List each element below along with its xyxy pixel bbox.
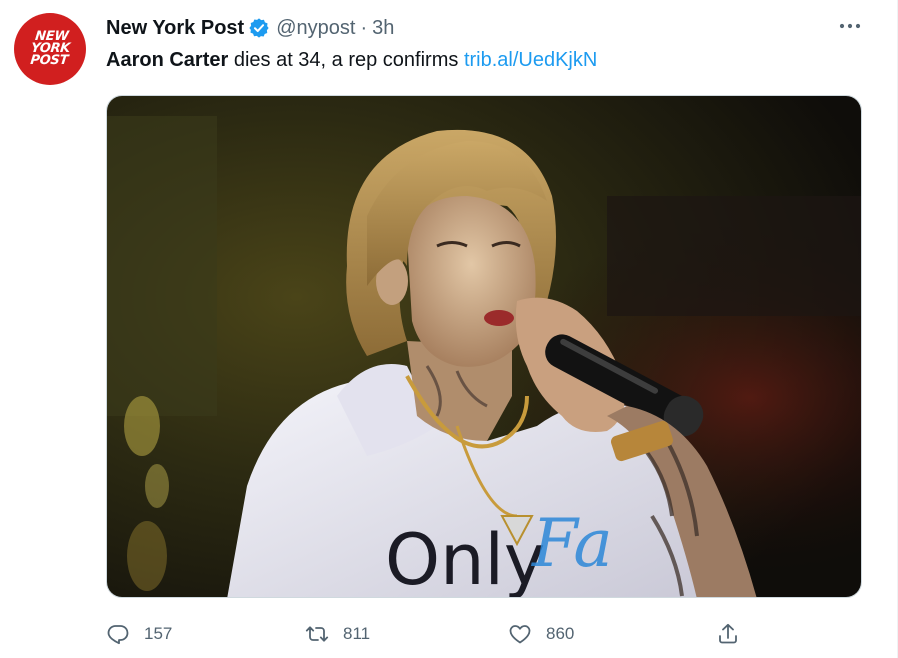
- heart-icon: [509, 625, 531, 644]
- more-dots-icon[interactable]: [836, 15, 864, 37]
- hoodie-text: Only: [385, 519, 545, 598]
- hoodie-script-text: Fa: [531, 505, 613, 582]
- display-name[interactable]: New York Post: [106, 17, 244, 40]
- like-count: 860: [546, 624, 575, 643]
- retweet-button[interactable]: 811: [305, 614, 370, 654]
- concert-photo-illustration: Only Fa: [107, 96, 861, 598]
- share-button[interactable]: [716, 614, 740, 654]
- separator-dot: ·: [360, 16, 368, 39]
- timestamp[interactable]: 3h: [372, 17, 394, 40]
- tweet-header: New York Post @nypost · 3h: [106, 15, 394, 41]
- like-button[interactable]: 860: [508, 614, 574, 654]
- tweet-body: dies at 34, a rep confirms: [228, 49, 464, 71]
- retweet-icon: [305, 626, 329, 642]
- retweet-count: 811: [343, 624, 371, 643]
- verified-badge-icon: [248, 17, 270, 39]
- nypost-logo: NEW YORK POST: [29, 29, 71, 68]
- handle[interactable]: @nypost: [276, 17, 355, 40]
- share-icon: [719, 623, 737, 644]
- tweet-mention: Aaron Carter: [106, 49, 229, 71]
- reply-button[interactable]: 157: [106, 614, 172, 654]
- reply-icon: [107, 625, 129, 645]
- reply-count: 157: [144, 624, 173, 643]
- avatar[interactable]: NEW YORK POST: [14, 13, 86, 85]
- tweet-photo[interactable]: Only Fa: [106, 95, 862, 598]
- tweet-text: Aaron Carter dies at 34, a rep confirms …: [106, 49, 597, 72]
- tweet-link[interactable]: trib.al/UedKjkN: [464, 49, 597, 71]
- tweet-actions: 157 811 860: [0, 614, 898, 654]
